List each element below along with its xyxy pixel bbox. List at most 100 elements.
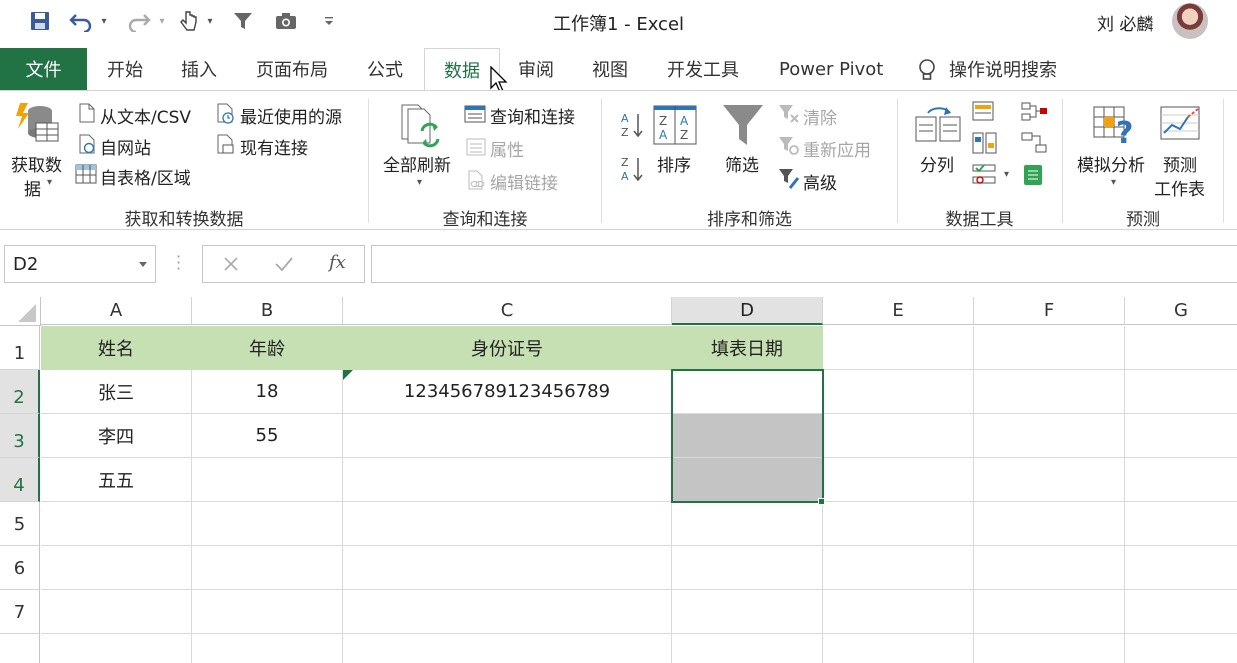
get-data-label-1[interactable]: 获取数 xyxy=(11,151,62,176)
cell-e3[interactable] xyxy=(823,414,974,458)
cell-a3[interactable]: 李四 xyxy=(41,414,192,458)
row-header-6[interactable]: 6 xyxy=(0,546,40,590)
cell-e2[interactable] xyxy=(823,370,974,414)
what-if-dropdown-icon[interactable]: ▾ xyxy=(1111,177,1116,188)
cell-a2[interactable]: 张三 xyxy=(41,370,192,414)
text-to-columns-icon[interactable] xyxy=(914,103,962,145)
cell-f1[interactable] xyxy=(974,326,1125,370)
sort-a-to-z-icon[interactable]: AZ xyxy=(620,111,644,139)
column-header-d[interactable]: D xyxy=(672,297,823,325)
column-header-f[interactable]: F xyxy=(974,297,1125,325)
select-all-corner[interactable] xyxy=(0,297,41,326)
cell-b2[interactable]: 18 xyxy=(192,370,343,414)
tab-data[interactable]: 数据 xyxy=(424,48,500,91)
refresh-dropdown-icon[interactable]: ▾ xyxy=(417,177,422,188)
cancel-icon[interactable] xyxy=(223,256,239,272)
row-header-4[interactable]: 4 xyxy=(0,458,40,502)
cell-g3[interactable] xyxy=(1125,414,1237,458)
remove-duplicates-icon[interactable] xyxy=(972,131,998,155)
tab-page-layout[interactable]: 页面布局 xyxy=(256,48,328,90)
cell-c3[interactable] xyxy=(343,414,672,458)
column-header-c[interactable]: C xyxy=(343,297,672,325)
cell-e1[interactable] xyxy=(823,326,974,370)
cell-f4[interactable] xyxy=(974,458,1125,502)
forecast-sheet-label-1[interactable]: 预测 xyxy=(1163,151,1197,176)
clear-button[interactable]: 清除 xyxy=(803,104,837,129)
name-box[interactable]: D2 xyxy=(4,245,156,283)
tab-developer[interactable]: 开发工具 xyxy=(667,48,739,90)
row-header-8[interactable] xyxy=(0,634,40,663)
sort-button[interactable]: 排序 xyxy=(657,151,691,176)
column-header-b[interactable]: B xyxy=(192,297,343,325)
existing-connections-button[interactable]: 现有连接 xyxy=(240,134,308,159)
row-header-7[interactable]: 7 xyxy=(0,590,40,634)
what-if-analysis-icon[interactable]: ? xyxy=(1092,103,1140,147)
data-validation-icon[interactable] xyxy=(972,163,998,187)
recent-sources-button[interactable]: 最近使用的源 xyxy=(240,103,342,128)
cell-f3[interactable] xyxy=(974,414,1125,458)
avatar[interactable] xyxy=(1172,3,1208,39)
fill-handle[interactable] xyxy=(818,498,825,505)
from-text-csv-button[interactable]: 从文本/CSV xyxy=(100,103,191,128)
refresh-all-button[interactable]: 全部刷新 xyxy=(383,151,451,176)
cell-f2[interactable] xyxy=(974,370,1125,414)
cell-a1[interactable]: 姓名 xyxy=(41,326,192,370)
column-header-g[interactable]: G xyxy=(1125,297,1237,325)
cell-g1[interactable] xyxy=(1125,326,1237,370)
queries-connections-button[interactable]: 查询和连接 xyxy=(490,103,575,128)
cell-d1[interactable]: 填表日期 xyxy=(672,326,823,370)
from-table-range-button[interactable]: 自表格/区域 xyxy=(100,164,191,189)
tab-insert[interactable]: 插入 xyxy=(181,48,217,90)
cell-c2[interactable]: 123456789123456789 xyxy=(343,370,672,414)
cell-g4[interactable] xyxy=(1125,458,1237,502)
tab-formulas[interactable]: 公式 xyxy=(367,48,403,90)
get-data-icon[interactable] xyxy=(14,101,60,145)
cell-c4[interactable] xyxy=(343,458,672,502)
empty-cells-area[interactable] xyxy=(41,502,1237,663)
cell-b1[interactable]: 年龄 xyxy=(192,326,343,370)
get-data-dropdown-icon[interactable]: ▾ xyxy=(47,177,52,188)
refresh-all-icon[interactable] xyxy=(398,101,444,149)
manage-data-model-icon[interactable] xyxy=(1020,163,1046,187)
formula-input[interactable] xyxy=(371,245,1237,283)
relationships-icon[interactable] xyxy=(1020,131,1048,155)
row-header-3[interactable]: 3 xyxy=(0,414,40,458)
sort-icon[interactable]: ZAAZ xyxy=(653,105,697,145)
row-header-1[interactable]: 1 xyxy=(0,326,40,370)
formula-bar-grip-icon[interactable]: · · · xyxy=(176,249,181,277)
tab-power-pivot[interactable]: Power Pivot xyxy=(779,48,883,90)
row-header-5[interactable]: 5 xyxy=(0,502,40,546)
cell-b3[interactable]: 55 xyxy=(192,414,343,458)
enter-check-icon[interactable] xyxy=(274,256,294,272)
insert-function-icon[interactable]: fx xyxy=(329,252,346,273)
tab-view[interactable]: 视图 xyxy=(592,48,628,90)
properties-button[interactable]: 属性 xyxy=(490,136,524,161)
forecast-sheet-icon[interactable] xyxy=(1160,103,1202,143)
what-if-analysis-button[interactable]: 模拟分析 xyxy=(1077,151,1145,176)
user-name[interactable]: 刘 必麟 xyxy=(1097,10,1153,35)
filter-button[interactable]: 筛选 xyxy=(725,151,759,176)
name-box-dropdown-icon[interactable] xyxy=(139,262,147,267)
cell-b4[interactable] xyxy=(192,458,343,502)
cell-c1[interactable]: 身份证号 xyxy=(343,326,672,370)
from-web-button[interactable]: 自网站 xyxy=(100,134,151,159)
cell-g2[interactable] xyxy=(1125,370,1237,414)
sort-z-to-a-icon[interactable]: ZA xyxy=(620,155,644,183)
row-header-2[interactable]: 2 xyxy=(0,370,40,414)
edit-links-button[interactable]: 编辑链接 xyxy=(490,169,558,194)
text-to-columns-button[interactable]: 分列 xyxy=(920,151,954,176)
advanced-button[interactable]: 高级 xyxy=(803,169,837,194)
get-data-label-2[interactable]: 据 xyxy=(24,175,41,200)
filter-funnel-icon[interactable] xyxy=(721,103,765,147)
column-header-e[interactable]: E xyxy=(823,297,974,325)
flash-fill-icon[interactable] xyxy=(972,101,998,123)
tab-home[interactable]: 开始 xyxy=(107,48,143,90)
tell-me-search[interactable]: 操作说明搜索 xyxy=(949,48,1057,90)
reapply-button[interactable]: 重新应用 xyxy=(803,136,871,161)
consolidate-icon[interactable] xyxy=(1020,101,1048,123)
cell-a4[interactable]: 五五 xyxy=(41,458,192,502)
tab-file[interactable]: 文件 xyxy=(0,48,87,90)
data-validation-dropdown-icon[interactable]: ▾ xyxy=(1004,169,1009,180)
column-header-a[interactable]: A xyxy=(41,297,192,325)
cell-e4[interactable] xyxy=(823,458,974,502)
